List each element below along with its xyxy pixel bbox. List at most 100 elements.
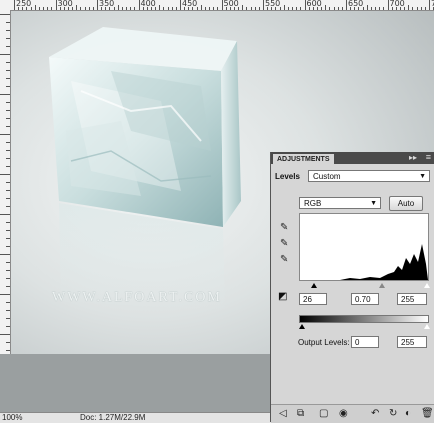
ruler-minor-tick (63, 7, 65, 10)
white-eyedropper-icon[interactable]: ✎ (280, 254, 288, 265)
ruler-tick (6, 262, 10, 263)
ruler-tick (55, 0, 57, 10)
ruler-tick (6, 22, 10, 23)
ruler-tick (221, 0, 223, 10)
input-black-field[interactable]: 26 (299, 293, 327, 305)
ruler-minor-tick (229, 7, 231, 10)
ruler-tick (180, 0, 181, 10)
gray-eyedropper-icon[interactable]: ✎ (280, 238, 288, 249)
ruler-tick (6, 310, 10, 311)
ruler-minor-tick (196, 7, 198, 10)
preset-select[interactable]: Custom ▼ (308, 170, 430, 182)
ruler-minor-tick (43, 7, 45, 10)
horizontal-ruler[interactable]: 250300350400450500550600650700750 (0, 0, 434, 11)
ruler-tick (0, 94, 10, 95)
ruler-minor-tick (105, 7, 107, 10)
visibility-icon[interactable]: ◉ (339, 408, 348, 419)
input-gamma-field[interactable]: 0.70 (351, 293, 379, 305)
input-white-field[interactable]: 255 (397, 293, 427, 305)
black-eyedropper-icon[interactable]: ✎ (280, 222, 288, 233)
ruler-minor-tick (391, 7, 393, 10)
ruler-tick (429, 0, 430, 10)
ruler-tick (6, 230, 10, 231)
output-white-field[interactable]: 255 (397, 336, 427, 348)
output-black-slider[interactable] (299, 324, 305, 329)
ruler-minor-tick (34, 5, 36, 10)
histogram (299, 213, 429, 281)
ruler-minor-tick (30, 7, 32, 10)
ruler-tick (6, 30, 10, 31)
ruler-tick (6, 198, 10, 199)
ruler-minor-tick (155, 7, 157, 10)
ruler-minor-tick (167, 7, 169, 10)
ruler-minor-tick (117, 5, 119, 10)
preset-value: Custom (313, 172, 341, 181)
ruler-minor-tick (188, 7, 190, 10)
collapse-icon[interactable]: ▸▸ (409, 153, 417, 162)
back-arrow-icon[interactable]: ◁ (279, 408, 287, 419)
ruler-minor-tick (412, 7, 414, 10)
ruler-tick (6, 62, 10, 63)
vertical-ruler[interactable] (0, 10, 11, 412)
ruler-tick (0, 214, 10, 215)
tab-adjustments[interactable]: ADJUSTMENTS (273, 154, 334, 164)
ruler-minor-tick (329, 7, 331, 10)
clip-icon[interactable]: ◩ (278, 291, 287, 302)
ruler-minor-tick (312, 7, 314, 10)
ruler-tick (387, 0, 389, 10)
chevron-down-icon: ▼ (419, 173, 426, 180)
ruler-minor-tick (416, 7, 418, 10)
ruler-minor-tick (283, 5, 285, 10)
ruler-minor-tick (233, 7, 235, 10)
panel-bottom-bar: ◁ ⧉ ▢ ◉ ↶ ↻ ◐ 🗑 (271, 404, 434, 423)
ruler-minor-tick (146, 7, 148, 10)
channel-value: RGB (304, 199, 322, 208)
input-black-slider[interactable] (311, 283, 317, 288)
ruler-minor-tick (134, 7, 136, 10)
output-white-slider[interactable] (424, 324, 430, 329)
ruler-tick (0, 294, 10, 295)
clip-layer-icon[interactable]: ⧉ (297, 408, 304, 419)
chevron-down-icon: ▼ (370, 200, 377, 207)
ruler-tick (0, 334, 10, 335)
ruler-tick (0, 174, 10, 175)
ruler-tick (6, 70, 10, 71)
ruler-tick (6, 46, 10, 47)
ruler-minor-tick (184, 7, 186, 10)
adjustments-panel: ADJUSTMENTS ▸▸ ≡ Levels Custom ▼ RGB ▼ A… (270, 152, 434, 423)
ruler-tick (346, 0, 347, 10)
ruler-tick (6, 270, 10, 271)
panel-header: ADJUSTMENTS ▸▸ ≡ (271, 152, 434, 164)
trash-icon[interactable]: 🗑 (421, 408, 434, 419)
ruler-minor-tick (92, 7, 94, 10)
ruler-minor-tick (47, 7, 49, 10)
channel-select[interactable]: RGB ▼ (299, 197, 381, 209)
ruler-minor-tick (130, 7, 132, 10)
input-white-slider[interactable] (424, 283, 430, 288)
ruler-minor-tick (370, 7, 372, 10)
ruler-minor-tick (26, 7, 28, 10)
preset-label: Levels (275, 172, 300, 181)
auto-button[interactable]: Auto (389, 196, 423, 211)
ruler-minor-tick (84, 7, 86, 10)
ruler-minor-tick (292, 7, 294, 10)
ruler-tick (6, 126, 10, 127)
reset-icon[interactable]: ↻ (389, 408, 397, 419)
ruler-minor-tick (325, 5, 327, 10)
ruler-minor-tick (121, 7, 123, 10)
ruler-minor-tick (159, 5, 161, 10)
expand-view-icon[interactable]: ▢ (319, 408, 328, 419)
panel-menu-icon[interactable]: ≡ (426, 152, 431, 162)
view-previous-icon[interactable]: ↶ (371, 408, 379, 419)
ruler-minor-tick (204, 7, 206, 10)
input-gamma-slider[interactable] (379, 283, 385, 288)
ruler-minor-tick (76, 5, 78, 10)
ruler-minor-tick (200, 5, 202, 10)
output-black-field[interactable]: 0 (351, 336, 379, 348)
ruler-minor-tick (38, 7, 40, 10)
histogram-graph (300, 244, 428, 280)
ruler-tick (6, 38, 10, 39)
ruler-tick (6, 238, 10, 239)
hide-icon[interactable]: ◐ (405, 408, 411, 419)
ruler-minor-tick (341, 7, 343, 10)
